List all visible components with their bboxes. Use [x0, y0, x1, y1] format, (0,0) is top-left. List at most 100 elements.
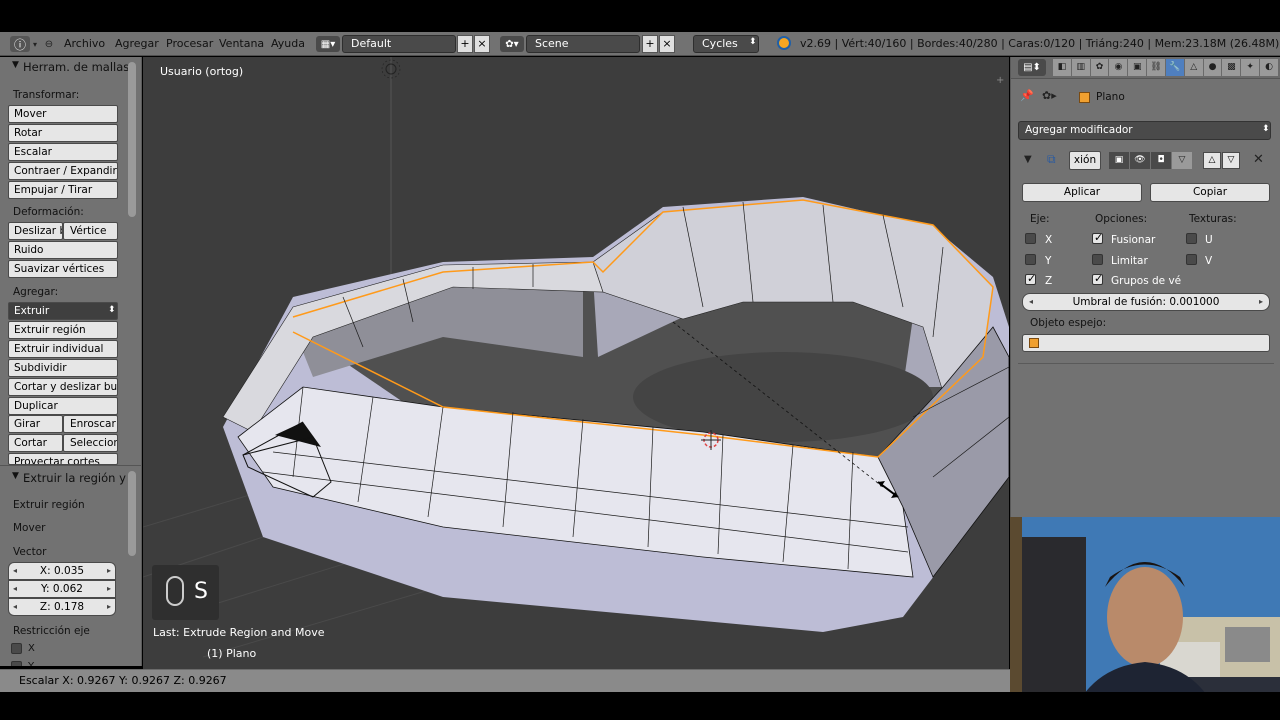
particles-tab-icon[interactable]: ✦	[1241, 59, 1260, 76]
merge-threshold-field[interactable]: ◂ Umbral de fusión: 0.001000 ▸	[1022, 293, 1270, 311]
scene-stats: v2.69 | Vért:40/160 | Bordes:40/280 | Ca…	[800, 37, 1280, 50]
viewport-visibility-icon[interactable]: 👁	[1130, 152, 1150, 169]
extrude-region-button[interactable]: Extruir región	[8, 321, 118, 339]
screw-button[interactable]: Enroscar	[63, 415, 118, 433]
extrude-individual-button[interactable]: Extruir individual	[8, 340, 118, 358]
material-tab-icon[interactable]: ●	[1203, 59, 1222, 76]
modifiers-tab-icon[interactable]: 🔧	[1165, 59, 1184, 76]
scene-tab-icon[interactable]: ✿	[1090, 59, 1109, 76]
options-label: Opciones:	[1095, 213, 1148, 225]
3d-viewport[interactable]: Usuario (ortog) + S Last: Extrude Region…	[143, 57, 1009, 669]
vector-y-field[interactable]: ◂ Y: 0.062 ▸	[8, 580, 116, 598]
axis-z-label: Z	[1045, 275, 1053, 287]
duplicate-button[interactable]: Duplicar	[8, 397, 118, 415]
pin-icon[interactable]: 📌	[1020, 89, 1034, 102]
menu-procesar[interactable]: Procesar	[166, 37, 213, 50]
panel-collapse-icon[interactable]: ▼	[12, 60, 19, 70]
extrude-select[interactable]: Extruir	[8, 302, 118, 320]
knife-button[interactable]: Cortar	[8, 434, 63, 452]
menu-archivo[interactable]: Archivo	[64, 37, 105, 50]
move-up-icon[interactable]: △	[1203, 152, 1221, 169]
vertex-slide-button[interactable]: Vértice	[63, 222, 118, 240]
knife-select-button[interactable]: Seleccion	[63, 434, 118, 452]
remove-modifier-icon[interactable]: ✕	[1253, 152, 1264, 167]
modifier-name-field[interactable]: xión	[1069, 151, 1101, 170]
smooth-vertices-button[interactable]: Suavizar vértices	[8, 260, 118, 278]
add-modifier-dropdown[interactable]: Agregar modificador	[1018, 121, 1271, 140]
apply-button[interactable]: Aplicar	[1022, 183, 1142, 202]
info-editor-icon[interactable]: ⓘ	[10, 36, 30, 52]
add-layout-icon[interactable]: +	[457, 35, 473, 53]
toggle-menus-icon[interactable]: ⊖	[43, 36, 55, 52]
dropdown-arrow-icon[interactable]: ▾	[30, 36, 40, 52]
decrement-arrow-icon[interactable]: ◂	[13, 581, 17, 597]
viewport-corner-plus-icon[interactable]: +	[996, 75, 1004, 86]
clip-checkbox[interactable]	[1092, 254, 1103, 265]
increment-arrow-icon[interactable]: ▸	[107, 599, 111, 615]
render-layers-tab-icon[interactable]: ▥	[1071, 59, 1090, 76]
render-visibility-icon[interactable]: ◘	[1151, 152, 1171, 169]
modifier-collapse-icon[interactable]: ▼	[1024, 154, 1032, 165]
menu-ayuda[interactable]: Ayuda	[271, 37, 305, 50]
increment-arrow-icon[interactable]: ▸	[107, 581, 111, 597]
shrink-fatten-button[interactable]: Contraer / Expandir	[8, 162, 118, 180]
decrement-arrow-icon[interactable]: ◂	[13, 599, 17, 615]
menu-agregar[interactable]: Agregar	[115, 37, 159, 50]
editmode-cage-icon[interactable]: ▣	[1109, 152, 1129, 169]
vector-z-field[interactable]: ◂ Z: 0.178 ▸	[8, 598, 116, 616]
axis-x-checkbox[interactable]	[1025, 233, 1036, 244]
screen-layout-field[interactable]: Default	[342, 35, 456, 53]
axis-y-checkbox[interactable]	[1025, 254, 1036, 265]
decrement-arrow-icon[interactable]: ◂	[1029, 294, 1033, 310]
texture-v-checkbox[interactable]	[1186, 254, 1197, 265]
constraint-x-label: X	[28, 643, 35, 654]
texture-tab-icon[interactable]: ▩	[1222, 59, 1241, 76]
operator-title[interactable]: Extruir la región y	[23, 471, 126, 485]
object-tab-icon[interactable]: ▣	[1128, 59, 1147, 76]
operator-scrollbar[interactable]	[128, 471, 136, 556]
vertex-groups-checkbox[interactable]: ✓	[1092, 272, 1103, 285]
add-label: Agregar:	[13, 286, 59, 298]
tools-scrollbar[interactable]	[128, 62, 136, 217]
data-tab-icon[interactable]: △	[1184, 59, 1203, 76]
physics-tab-icon[interactable]: ◐	[1260, 59, 1278, 76]
remove-layout-icon[interactable]: ×	[474, 35, 490, 53]
noise-button[interactable]: Ruido	[8, 241, 118, 259]
rotate-button[interactable]: Rotar	[8, 124, 118, 142]
subdivide-button[interactable]: Subdividir	[8, 359, 118, 377]
scene-icon[interactable]: ✿▾	[500, 36, 524, 52]
scale-button[interactable]: Escalar	[8, 143, 118, 161]
remove-scene-icon[interactable]: ×	[659, 35, 675, 53]
texture-u-checkbox[interactable]	[1186, 233, 1197, 244]
push-pull-button[interactable]: Empujar / Tirar	[8, 181, 118, 199]
texture-v-label: V	[1205, 255, 1213, 267]
mirror-object-field[interactable]	[1022, 334, 1270, 352]
decrement-arrow-icon[interactable]: ◂	[13, 563, 17, 579]
edge-slide-button[interactable]: Deslizar b	[8, 222, 63, 240]
mesh-tools-title[interactable]: Herram. de mallas	[23, 60, 129, 74]
axis-z-checkbox[interactable]: ✓	[1025, 272, 1036, 285]
constraints-tab-icon[interactable]: ⛓	[1147, 59, 1165, 76]
menu-ventana[interactable]: Ventana	[219, 37, 264, 50]
operator-collapse-icon[interactable]: ▼	[12, 471, 19, 481]
increment-arrow-icon[interactable]: ▸	[107, 563, 111, 579]
move-down-icon[interactable]: ▽	[1222, 152, 1240, 169]
increment-arrow-icon[interactable]: ▸	[1259, 294, 1263, 310]
properties-editor-icon[interactable]: ▤⬍	[1018, 59, 1046, 76]
world-tab-icon[interactable]: ◉	[1109, 59, 1128, 76]
add-scene-icon[interactable]: +	[642, 35, 658, 53]
constraint-y-checkbox[interactable]	[11, 661, 22, 666]
cage-vertices-icon[interactable]: ▽	[1172, 152, 1192, 169]
vector-x-field[interactable]: ◂ X: 0.035 ▸	[8, 562, 116, 580]
copy-button[interactable]: Copiar	[1150, 183, 1270, 202]
spin-button[interactable]: Girar	[8, 415, 63, 433]
scene-field[interactable]: Scene	[526, 35, 640, 53]
screen-layout-icon[interactable]: ▦▾	[316, 36, 340, 52]
merge-checkbox[interactable]: ✓	[1092, 231, 1103, 244]
move-button[interactable]: Mover	[8, 105, 118, 123]
render-tab-icon[interactable]: ◧	[1053, 59, 1071, 76]
key-overlay: S	[152, 565, 219, 620]
loop-cut-slide-button[interactable]: Cortar y deslizar bucle	[8, 378, 118, 396]
knife-project-button[interactable]: Proyectar cortes	[8, 453, 118, 465]
constraint-x-checkbox[interactable]	[11, 643, 22, 654]
